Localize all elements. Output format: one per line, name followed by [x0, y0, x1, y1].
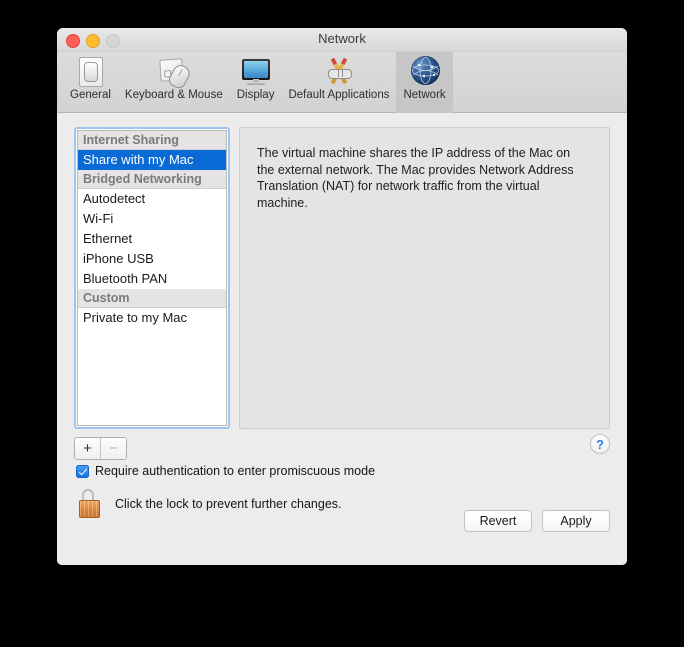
toolbar-item-keyboard-mouse[interactable]: Keyboard & Mouse	[118, 52, 230, 113]
network-detail-panel: The virtual machine shares the IP addres…	[239, 127, 610, 429]
apply-button[interactable]: Apply	[542, 510, 610, 532]
action-button-row: Revert Apply	[464, 510, 610, 532]
remove-network-button: −	[100, 438, 126, 459]
toolbar-label-general: General	[70, 89, 111, 101]
toolbar-label-default-applications: Default Applications	[288, 89, 390, 101]
list-group-header-internet-sharing: Internet Sharing	[78, 131, 226, 150]
network-configuration-list[interactable]: Internet Sharing Share with my Mac Bridg…	[77, 130, 227, 426]
list-item-private-to-my-mac[interactable]: Private to my Mac	[78, 308, 226, 328]
promiscuous-mode-label: Require authentication to enter promiscu…	[95, 464, 376, 478]
network-list-focus-ring: Internet Sharing Share with my Mac Bridg…	[74, 127, 230, 429]
promiscuous-mode-checkbox[interactable]	[76, 464, 89, 478]
toolbar-label-network: Network	[403, 89, 446, 101]
list-item-ethernet[interactable]: Ethernet	[78, 229, 226, 249]
revert-button[interactable]: Revert	[464, 510, 532, 532]
toolbar-item-general[interactable]: General	[63, 52, 118, 113]
padlock-unlocked-icon[interactable]	[77, 489, 103, 519]
general-switch-icon	[74, 55, 106, 87]
list-item-wifi[interactable]: Wi-Fi	[78, 209, 226, 229]
network-globe-icon	[409, 55, 441, 87]
list-group-header-bridged-networking: Bridged Networking	[78, 170, 226, 189]
toolbar-item-default-applications[interactable]: Default Applications	[281, 52, 396, 113]
lock-hint-label: Click the lock to prevent further change…	[115, 497, 342, 511]
toolbar-label-keyboard-mouse: Keyboard & Mouse	[124, 89, 223, 101]
add-remove-segmented-control: + −	[74, 437, 127, 460]
network-preferences-window: Network General Keyboard & Mouse Display	[57, 28, 627, 565]
lock-row: Click the lock to prevent further change…	[77, 489, 342, 519]
list-item-iphone-usb[interactable]: iPhone USB	[78, 249, 226, 269]
toolbar-item-network[interactable]: Network	[396, 52, 453, 113]
preferences-toolbar: General Keyboard & Mouse Display Default…	[57, 52, 627, 113]
preferences-body: Internet Sharing Share with my Mac Bridg…	[57, 113, 627, 565]
display-monitor-icon	[240, 55, 272, 87]
window-title: Network	[318, 31, 366, 46]
list-item-share-with-my-mac[interactable]: Share with my Mac	[78, 150, 226, 170]
toolbar-label-display: Display	[236, 89, 275, 101]
toolbar-item-display[interactable]: Display	[230, 52, 282, 113]
network-description-text: The virtual machine shares the IP addres…	[257, 146, 574, 210]
list-item-bluetooth-pan[interactable]: Bluetooth PAN	[78, 269, 226, 289]
list-group-header-custom: Custom	[78, 289, 226, 308]
default-applications-tools-icon	[323, 55, 355, 87]
title-bar: Network	[57, 28, 627, 52]
help-button[interactable]: ?	[590, 434, 610, 454]
list-item-autodetect[interactable]: Autodetect	[78, 189, 226, 209]
add-network-button[interactable]: +	[75, 438, 100, 459]
promiscuous-mode-row[interactable]: Require authentication to enter promiscu…	[76, 464, 375, 478]
keyboard-mouse-icon	[158, 55, 193, 91]
